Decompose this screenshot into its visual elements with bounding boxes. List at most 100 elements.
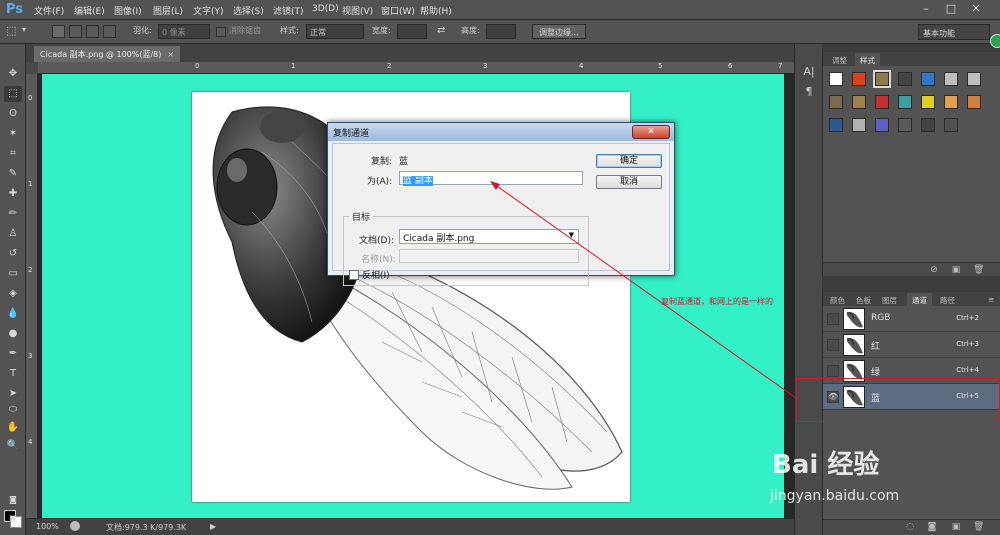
document-tab[interactable]: Cicada 副本.png @ 100%(蓝/8) × (34, 46, 181, 62)
path-selection-tool-icon[interactable]: ➤ (4, 386, 22, 402)
maximize-button[interactable]: □ (943, 2, 959, 16)
marquee-tool-icon[interactable]: ⬚ (6, 24, 16, 38)
marquee-tool-icon[interactable]: ⬚ (4, 86, 22, 102)
menu-file[interactable]: 文件(F) (34, 4, 64, 17)
panel-menu-icon[interactable]: ≡ (983, 293, 999, 306)
workspace-select[interactable]: 基本功能 (918, 24, 990, 40)
style-swatch[interactable] (852, 118, 866, 132)
quick-mask-icon[interactable]: ◙ (4, 492, 22, 508)
type-tool-icon[interactable]: T (4, 366, 22, 382)
blur-tool-icon[interactable]: 💧 (4, 306, 22, 322)
style-swatch[interactable] (967, 72, 981, 86)
paint-bucket-tool-icon[interactable]: ◈ (4, 286, 22, 302)
new-selection-icon[interactable] (52, 25, 65, 38)
antialias-checkbox[interactable] (216, 27, 226, 37)
style-swatch[interactable] (829, 95, 843, 109)
style-swatch[interactable] (944, 72, 958, 86)
menu-filter[interactable]: 滤镜(T) (273, 4, 304, 17)
cancel-button[interactable]: 取消 (596, 175, 662, 189)
width-input[interactable] (397, 24, 427, 39)
style-swatch[interactable] (873, 70, 891, 88)
height-input[interactable] (486, 24, 516, 39)
hand-tool-icon[interactable]: ✋ (4, 420, 22, 436)
load-selection-icon[interactable]: ◌ (905, 522, 915, 532)
menu-3d[interactable]: 3D(D) (312, 4, 339, 14)
brush-tool-icon[interactable]: ✏ (4, 206, 22, 222)
dialog-title-bar[interactable]: 复制通道 (328, 123, 674, 141)
lasso-tool-icon[interactable]: ʘ (4, 106, 22, 122)
menu-layer[interactable]: 图层(L) (153, 4, 183, 17)
menu-image[interactable]: 图像(I) (114, 4, 142, 17)
dropdown-arrow-icon[interactable]: ▾ (22, 25, 26, 39)
invert-checkbox[interactable] (349, 270, 359, 280)
clear-style-icon[interactable]: ⊘ (929, 265, 939, 275)
menu-edit[interactable]: 编辑(E) (74, 4, 105, 17)
channel-row[interactable]: 红 Ctrl+3 (823, 332, 1000, 358)
style-swatch[interactable] (898, 95, 912, 109)
delete-style-icon[interactable]: 🗑 (973, 265, 984, 275)
screen-mode-icon[interactable]: ▣ (4, 510, 22, 526)
tab-styles[interactable]: 样式 (855, 53, 880, 66)
swap-icon[interactable]: ⇄ (437, 25, 445, 39)
tab-layers[interactable]: 图层 (877, 293, 902, 306)
subtract-selection-icon[interactable] (86, 25, 99, 38)
dodge-tool-icon[interactable]: ● (4, 326, 22, 342)
character-panel-icon[interactable]: A| (801, 64, 817, 80)
refine-edge-button[interactable]: 调整边缘... (532, 24, 586, 39)
tab-color[interactable]: 颜色 (825, 293, 850, 306)
as-input[interactable]: 蓝 副本 (399, 171, 583, 186)
eraser-tool-icon[interactable]: ▭ (4, 266, 22, 282)
minimize-button[interactable]: – (918, 2, 934, 16)
style-swatch[interactable] (921, 72, 935, 86)
style-swatch[interactable] (898, 72, 912, 86)
status-menu-arrow-icon[interactable]: ▶ (210, 522, 216, 531)
move-tool-icon[interactable]: ✥ (4, 66, 22, 82)
ellipse-tool-icon[interactable]: ⬭ (4, 402, 22, 418)
pen-tool-icon[interactable]: ✒ (4, 346, 22, 362)
style-swatch[interactable] (829, 118, 843, 132)
feather-input[interactable]: 0 像素 (158, 24, 210, 39)
style-swatch[interactable] (852, 95, 866, 109)
clone-stamp-tool-icon[interactable]: ♙ (4, 226, 22, 242)
visibility-eye-icon[interactable] (827, 339, 839, 351)
channel-row[interactable]: RGB Ctrl+2 (823, 306, 1000, 332)
style-swatch[interactable] (875, 118, 889, 132)
tab-swatches[interactable]: 色板 (851, 293, 876, 306)
menu-type[interactable]: 文字(Y) (193, 4, 224, 17)
new-style-icon[interactable]: ▣ (951, 265, 961, 275)
close-tab-icon[interactable]: × (167, 50, 174, 59)
magic-wand-tool-icon[interactable]: ✶ (4, 126, 22, 142)
menu-view[interactable]: 视图(V) (342, 4, 373, 17)
paragraph-panel-icon[interactable]: ¶ (801, 84, 817, 100)
dialog-close-button[interactable]: ✕ (632, 125, 670, 139)
style-swatch[interactable] (944, 95, 958, 109)
style-swatch[interactable] (829, 72, 843, 86)
visibility-eye-icon[interactable] (827, 313, 839, 325)
style-swatch[interactable] (852, 72, 866, 86)
save-selection-icon[interactable]: ◙ (927, 522, 937, 532)
menu-window[interactable]: 窗口(W) (381, 4, 415, 17)
tab-paths[interactable]: 路径 (935, 293, 960, 306)
style-swatch[interactable] (921, 118, 935, 132)
style-select[interactable]: 正常 (306, 24, 364, 39)
visibility-eye-icon[interactable] (827, 365, 839, 377)
history-brush-tool-icon[interactable]: ↺ (4, 246, 22, 262)
style-swatch[interactable] (967, 95, 981, 109)
crop-tool-icon[interactable]: ⌗ (4, 146, 22, 162)
intersect-selection-icon[interactable] (103, 25, 116, 38)
tab-channels[interactable]: 通道 (907, 293, 932, 306)
menu-help[interactable]: 帮助(H) (420, 4, 452, 17)
eyedropper-tool-icon[interactable]: ✎ (4, 166, 22, 182)
style-swatch[interactable] (898, 118, 912, 132)
style-swatch[interactable] (875, 95, 889, 109)
document-select[interactable]: Cicada 副本.png ▼ (399, 229, 579, 244)
invert-label[interactable]: 反相(I) (362, 268, 390, 281)
close-window-button[interactable]: ✕ (968, 2, 984, 16)
healing-tool-icon[interactable]: ✚ (4, 186, 22, 202)
ok-button[interactable]: 确定 (596, 154, 662, 168)
tab-adjustments[interactable]: 调整 (827, 53, 852, 66)
style-swatch[interactable] (921, 95, 935, 109)
new-channel-icon[interactable]: ▣ (951, 522, 961, 532)
zoom-level[interactable]: 100% (36, 522, 59, 531)
menu-select[interactable]: 选择(S) (233, 4, 264, 17)
